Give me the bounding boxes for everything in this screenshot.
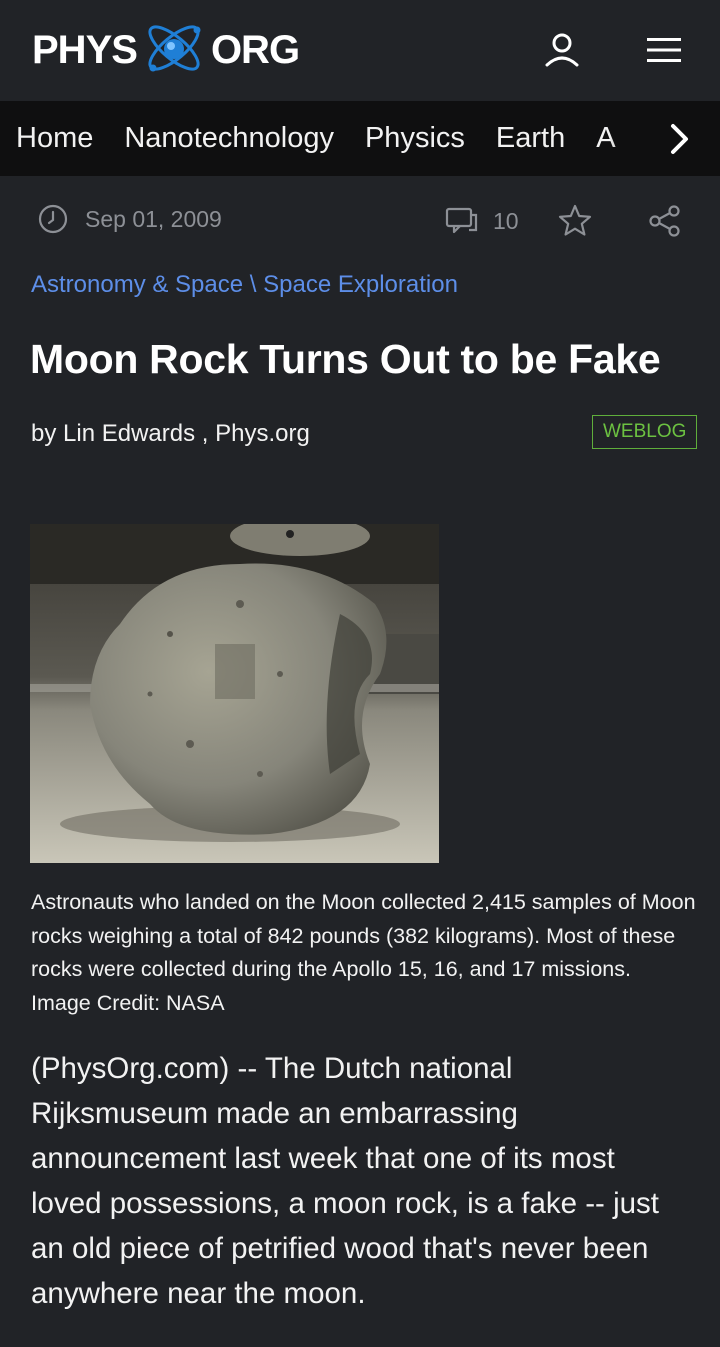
comments-icon <box>445 207 478 234</box>
user-icon <box>545 33 579 67</box>
moon-rock-photo[interactable] <box>30 524 439 863</box>
nav-item-earth[interactable]: Earth <box>496 122 565 155</box>
clock-icon <box>38 204 68 234</box>
nav-item-nanotechnology[interactable]: Nanotechnology <box>124 122 334 155</box>
nav-item-home[interactable]: Home <box>16 122 93 155</box>
breadcrumb-subcategory[interactable]: Space Exploration <box>263 271 458 298</box>
breadcrumb-category[interactable]: Astronomy & Space <box>31 271 243 298</box>
image-caption: Astronauts who landed on the Moon collec… <box>31 890 696 1015</box>
weblog-badge[interactable]: WEBLOG <box>592 415 698 449</box>
nav-item-physics[interactable]: Physics <box>365 122 465 155</box>
menu-button[interactable] <box>644 30 684 70</box>
article-title: Moon Rock Turns Out to be Fake <box>30 336 661 382</box>
publish-date: Sep 01, 2009 <box>37 203 222 235</box>
logo-text-right: ORG <box>210 27 300 72</box>
account-button[interactable] <box>542 30 582 70</box>
share-icon[interactable] <box>647 203 683 239</box>
comment-count: 10 <box>493 207 519 234</box>
article-meta: Sep 01, 2009 10 <box>37 203 687 241</box>
comments-link[interactable]: 10 <box>445 206 519 236</box>
hamburger-menu-icon <box>647 38 681 62</box>
star-icon[interactable] <box>557 203 593 239</box>
article-lead-paragraph: (PhysOrg.com) -- The Dutch national Rijk… <box>31 1052 659 1310</box>
breadcrumb-separator: \ <box>249 271 257 298</box>
category-nav: Home Nanotechnology Physics Earth A <box>0 101 720 176</box>
article-byline: by Lin Edwards , Phys.org <box>31 420 310 447</box>
site-logo[interactable]: PHYS ORG <box>32 25 300 74</box>
atom-logo-icon <box>148 25 201 72</box>
breadcrumb: Astronomy & Space \ Space Exploration <box>31 271 458 299</box>
date-text: Sep 01, 2009 <box>85 205 222 232</box>
chevron-right-icon[interactable] <box>664 122 694 156</box>
logo-text-left: PHYS <box>32 27 138 72</box>
site-header: PHYS ORG <box>0 0 720 101</box>
